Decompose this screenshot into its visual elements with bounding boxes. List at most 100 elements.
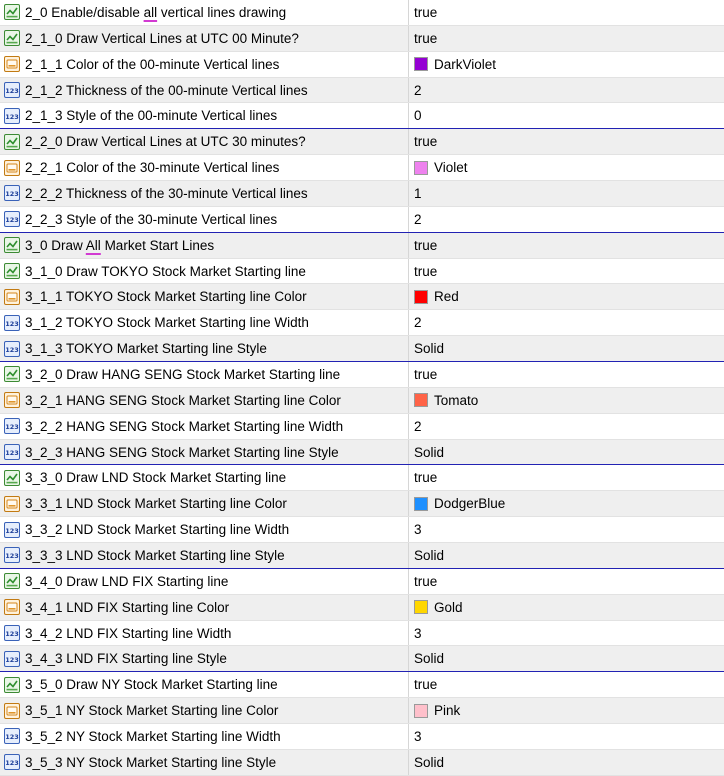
param-name-cell[interactable]: 2_0 Enable/disable all vertical lines dr… xyxy=(0,0,409,25)
param-row[interactable]: 123 3_4_2 LND FIX Starting line Width 3 xyxy=(0,620,724,647)
param-name-cell[interactable]: 3_3_1 LND Stock Market Starting line Col… xyxy=(0,491,409,517)
param-value-cell[interactable]: Solid xyxy=(409,543,724,568)
param-value-cell[interactable]: Solid xyxy=(409,750,724,775)
param-name-cell[interactable]: 3_0 Draw All Market Start Lines xyxy=(0,232,409,258)
color-swatch[interactable] xyxy=(414,289,428,304)
param-name-cell[interactable]: 123 3_4_3 LND FIX Starting line Style xyxy=(0,646,409,672)
param-row[interactable]: 3_2_0 Draw HANG SENG Stock Market Starti… xyxy=(0,362,724,388)
param-value-cell[interactable]: Solid xyxy=(409,646,724,671)
param-name-cell[interactable]: 123 3_1_2 TOKYO Stock Market Starting lin… xyxy=(0,310,409,336)
param-name-cell[interactable]: 123 2_1_2 Thickness of the 00-minute Vert… xyxy=(0,77,409,103)
param-row[interactable]: 3_3_0 Draw LND Stock Market Starting lin… xyxy=(0,465,724,492)
param-row[interactable]: 123 3_2_3 HANG SENG Stock Market Starting… xyxy=(0,439,724,466)
boolean-param-icon xyxy=(4,573,20,590)
param-row[interactable]: 2_1_0 Draw Vertical Lines at UTC 00 Minu… xyxy=(0,25,724,52)
param-name-cell[interactable]: 123 2_2_3 Style of the 30-minute Vertical… xyxy=(0,206,409,232)
param-value-cell[interactable]: DarkViolet xyxy=(409,52,724,77)
param-name-cell[interactable]: 3_5_1 NY Stock Market Starting line Colo… xyxy=(0,698,409,724)
param-row[interactable]: 3_5_0 Draw NY Stock Market Starting line… xyxy=(0,672,724,699)
param-name-cell[interactable]: 3_5_0 Draw NY Stock Market Starting line xyxy=(0,672,409,698)
param-name-cell[interactable]: 2_2_1 Color of the 30-minute Vertical li… xyxy=(0,155,409,181)
param-row[interactable]: 2_1_1 Color of the 00-minute Vertical li… xyxy=(0,51,724,78)
param-value-cell[interactable]: true xyxy=(409,0,724,25)
param-name-cell[interactable]: 123 2_2_2 Thickness of the 30-minute Vert… xyxy=(0,181,409,206)
param-row[interactable]: 123 2_1_2 Thickness of the 00-minute Vert… xyxy=(0,77,724,104)
param-name-cell[interactable]: 3_4_0 Draw LND FIX Starting line xyxy=(0,568,409,594)
param-name-cell[interactable]: 123 3_5_3 NY Stock Market Starting line S… xyxy=(0,749,409,775)
param-row[interactable]: 3_3_1 LND Stock Market Starting line Col… xyxy=(0,491,724,518)
param-value-cell[interactable]: Solid xyxy=(409,336,724,361)
param-row[interactable]: 123 3_1_3 TOKYO Market Starting line Styl… xyxy=(0,336,724,363)
param-name-cell[interactable]: 123 3_2_3 HANG SENG Stock Market Starting… xyxy=(0,439,409,465)
param-row[interactable]: 3_4_0 Draw LND FIX Starting line true xyxy=(0,568,724,595)
param-value-cell[interactable]: Red xyxy=(409,284,724,309)
param-value-cell[interactable]: 2 xyxy=(409,78,724,103)
param-name-cell[interactable]: 123 3_3_3 LND Stock Market Starting line … xyxy=(0,543,409,568)
param-value-cell[interactable]: Tomato xyxy=(409,388,724,413)
param-name-cell[interactable]: 3_2_1 HANG SENG Stock Market Starting li… xyxy=(0,387,409,413)
param-value-cell[interactable]: true xyxy=(409,26,724,51)
param-value-cell[interactable]: 3 xyxy=(409,724,724,749)
param-name-cell[interactable]: 3_1_0 Draw TOKYO Stock Market Starting l… xyxy=(0,258,409,284)
param-name-cell[interactable]: 123 3_1_3 TOKYO Market Starting line Styl… xyxy=(0,336,409,362)
color-swatch[interactable] xyxy=(414,393,428,408)
color-swatch[interactable] xyxy=(414,160,428,175)
color-swatch[interactable] xyxy=(414,496,428,511)
param-row[interactable]: 2_2_0 Draw Vertical Lines at UTC 30 minu… xyxy=(0,129,724,156)
param-value-cell[interactable]: Pink xyxy=(409,698,724,723)
param-value-cell[interactable]: 0 xyxy=(409,103,724,128)
param-value-cell[interactable]: Solid xyxy=(409,440,724,465)
param-row[interactable]: 123 2_1_3 Style of the 00-minute Vertical… xyxy=(0,103,724,130)
param-row[interactable]: 123 3_5_2 NY Stock Market Starting line W… xyxy=(0,724,724,750)
color-swatch[interactable] xyxy=(414,57,428,72)
param-value-cell[interactable]: 3 xyxy=(409,621,724,646)
param-name-cell[interactable]: 123 3_4_2 LND FIX Starting line Width xyxy=(0,620,409,646)
param-name-cell[interactable]: 123 3_5_2 NY Stock Market Starting line W… xyxy=(0,724,409,749)
param-name-cell[interactable]: 3_2_0 Draw HANG SENG Stock Market Starti… xyxy=(0,362,409,387)
param-name-cell[interactable]: 123 2_1_3 Style of the 00-minute Vertical… xyxy=(0,103,409,129)
param-row[interactable]: 3_5_1 NY Stock Market Starting line Colo… xyxy=(0,698,724,725)
param-value-cell[interactable]: 2 xyxy=(409,310,724,335)
param-row[interactable]: 123 2_2_2 Thickness of the 30-minute Vert… xyxy=(0,181,724,207)
param-row[interactable]: 123 3_3_3 LND Stock Market Starting line … xyxy=(0,543,724,569)
param-row[interactable]: 3_4_1 LND FIX Starting line Color Gold xyxy=(0,594,724,621)
param-value-cell[interactable]: true xyxy=(409,259,724,284)
param-row[interactable]: 123 2_2_3 Style of the 30-minute Vertical… xyxy=(0,206,724,233)
param-name-cell[interactable]: 3_3_0 Draw LND Stock Market Starting lin… xyxy=(0,465,409,491)
param-value-cell[interactable]: 2 xyxy=(409,207,724,232)
param-row[interactable]: 123 3_3_2 LND Stock Market Starting line … xyxy=(0,517,724,544)
param-value-cell[interactable]: DodgerBlue xyxy=(409,491,724,516)
param-row[interactable]: 3_0 Draw All Market Start Lines true xyxy=(0,232,724,259)
param-name-cell[interactable]: 2_2_0 Draw Vertical Lines at UTC 30 minu… xyxy=(0,129,409,155)
param-name-cell[interactable]: 2_1_0 Draw Vertical Lines at UTC 00 Minu… xyxy=(0,25,409,51)
param-value-cell[interactable]: Gold xyxy=(409,595,724,620)
param-value: true xyxy=(414,237,438,253)
integer-param-icon: 123 xyxy=(4,185,20,202)
param-value-cell[interactable]: true xyxy=(409,569,724,594)
param-value-cell[interactable]: true xyxy=(409,362,724,387)
param-name-cell[interactable]: 123 3_3_2 LND Stock Market Starting line … xyxy=(0,517,409,543)
color-swatch[interactable] xyxy=(414,600,428,615)
param-row[interactable]: 2_2_1 Color of the 30-minute Vertical li… xyxy=(0,155,724,182)
param-row[interactable]: 2_0 Enable/disable all vertical lines dr… xyxy=(0,0,724,26)
param-row[interactable]: 3_2_1 HANG SENG Stock Market Starting li… xyxy=(0,387,724,414)
param-value-cell[interactable]: true xyxy=(409,672,724,697)
param-value-cell[interactable]: 3 xyxy=(409,517,724,542)
param-value-cell[interactable]: 1 xyxy=(409,181,724,206)
param-row[interactable]: 123 3_1_2 TOKYO Stock Market Starting lin… xyxy=(0,310,724,337)
param-row[interactable]: 3_1_1 TOKYO Stock Market Starting line C… xyxy=(0,284,724,311)
param-name-cell[interactable]: 123 3_2_2 HANG SENG Stock Market Starting… xyxy=(0,413,409,439)
param-value-cell[interactable]: true xyxy=(409,233,724,258)
param-name-cell[interactable]: 2_1_1 Color of the 00-minute Vertical li… xyxy=(0,51,409,77)
param-row[interactable]: 123 3_2_2 HANG SENG Stock Market Starting… xyxy=(0,413,724,440)
param-row[interactable]: 123 3_4_3 LND FIX Starting line Style Soli… xyxy=(0,646,724,673)
color-swatch[interactable] xyxy=(414,703,428,718)
param-value-cell[interactable]: true xyxy=(409,465,724,490)
param-row[interactable]: 123 3_5_3 NY Stock Market Starting line S… xyxy=(0,749,724,776)
param-row[interactable]: 3_1_0 Draw TOKYO Stock Market Starting l… xyxy=(0,258,724,285)
param-name-cell[interactable]: 3_4_1 LND FIX Starting line Color xyxy=(0,594,409,620)
param-value-cell[interactable]: Violet xyxy=(409,155,724,180)
param-value-cell[interactable]: 2 xyxy=(409,414,724,439)
param-value-cell[interactable]: true xyxy=(409,129,724,154)
param-name-cell[interactable]: 3_1_1 TOKYO Stock Market Starting line C… xyxy=(0,284,409,310)
